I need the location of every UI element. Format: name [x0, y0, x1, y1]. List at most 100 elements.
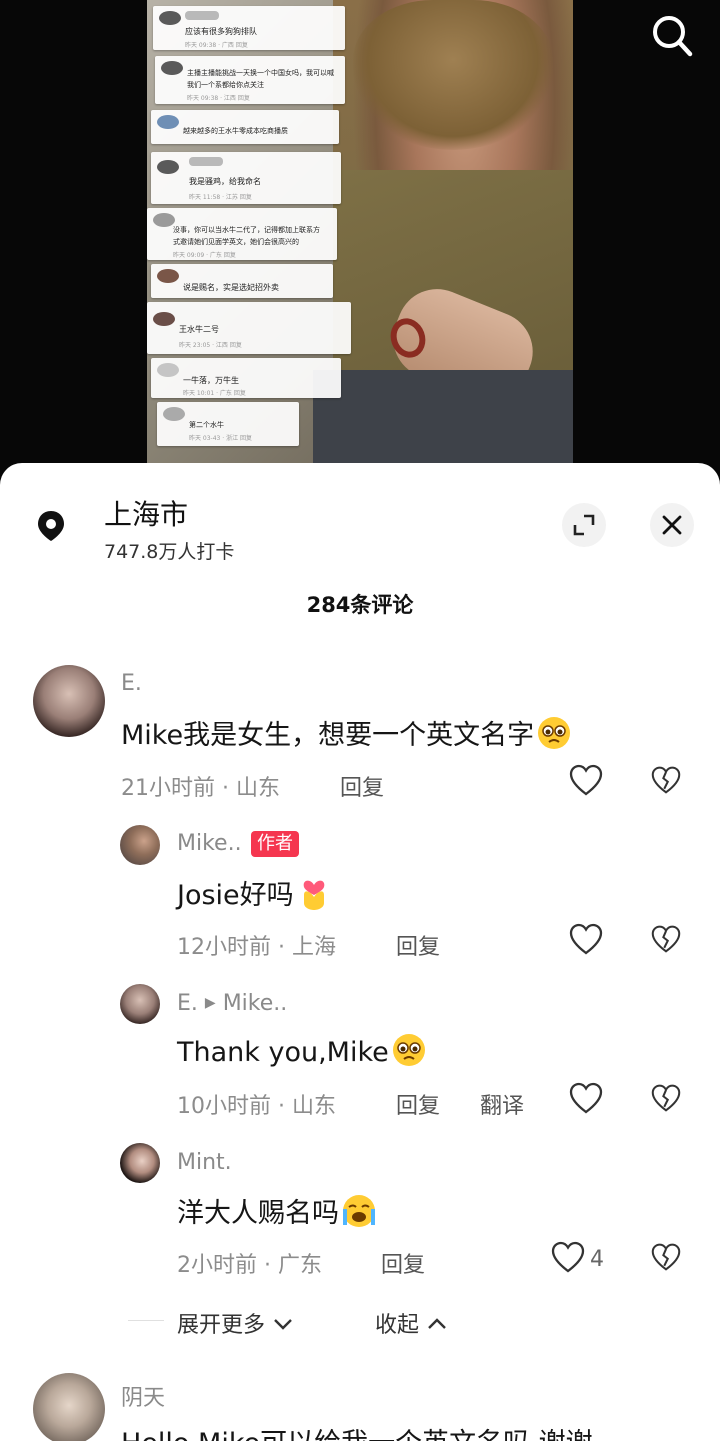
chevron-down-icon — [274, 1319, 292, 1330]
reply-time: 2小时前 — [177, 1253, 257, 1278]
expand-more-button[interactable]: 展开更多 — [177, 1307, 294, 1339]
reply-meta: 2小时前 · 广东 — [177, 1247, 322, 1279]
overlay-comment-text: 应该有很多狗狗排队 — [185, 27, 257, 36]
overlay-avatar — [153, 213, 175, 227]
video-laptop — [313, 370, 573, 470]
avatar[interactable] — [33, 1373, 105, 1441]
comment-text: Mike我是女生，想要一个英文名字 — [121, 713, 572, 752]
search-icon — [653, 16, 693, 57]
overlay-comment-meta: 昨天 11:58 · 江苏 回复 — [189, 194, 252, 201]
reply-username[interactable]: E. — [177, 991, 198, 1016]
overlay-comment-meta: 昨天 09:09 · 广东 回复 — [173, 252, 236, 259]
overlay-avatar — [157, 160, 179, 174]
like-heart-icon[interactable] — [568, 763, 604, 797]
thread-divider — [128, 1320, 164, 1321]
close-button[interactable] — [650, 503, 694, 547]
comment-text: Hello Mike可以给我一个英文名吗 谢谢 — [121, 1421, 593, 1441]
overlay-comment-text: 王水牛二号 — [179, 325, 219, 334]
dislike-broken-heart-icon[interactable] — [650, 924, 682, 954]
reply-to-username[interactable]: Mike.. — [223, 991, 288, 1016]
search-button[interactable] — [648, 12, 696, 60]
reply-username[interactable]: Mint. — [177, 1150, 232, 1175]
video-player[interactable]: 应该有很多狗狗排队 昨天 09:38 · 广西 回复 主播主播能挑战一天换一个中… — [0, 0, 720, 480]
reply-to-arrow-icon: ▶ — [204, 995, 216, 1011]
teary-face-emoji-icon — [538, 717, 571, 749]
overlay-comment-card: 主播主播能挑战一天换一个中国女吗，我可以喊 我们一个系都给你点关注 昨天 09:… — [155, 56, 345, 104]
comment-region: 山东 — [236, 776, 281, 801]
overlay-comment-text: 我是骚鸡，给我命名 — [189, 177, 261, 186]
reply-button[interactable]: 回复 — [396, 929, 440, 961]
expand-icon — [573, 514, 595, 536]
overlay-avatar — [157, 115, 179, 129]
reply-time: 10小时前 — [177, 1094, 271, 1119]
like-heart-icon[interactable] — [568, 1081, 604, 1115]
reply-meta: 10小时前 · 山东 — [177, 1088, 336, 1120]
overlay-comment-text: 第二个水牛 — [189, 421, 224, 429]
reply-region: 广东 — [278, 1253, 323, 1278]
reply-time: 12小时前 — [177, 935, 271, 960]
overlay-comment-card: 第二个水牛 昨天 03-43 · 浙江 回复 — [157, 402, 299, 446]
comment-username[interactable]: E. — [121, 671, 142, 696]
video-person — [313, 0, 573, 470]
dislike-broken-heart-icon[interactable] — [650, 765, 682, 795]
reply-button[interactable]: 回复 — [396, 1088, 440, 1120]
meta-separator: · — [278, 935, 285, 960]
reply-username-line: E. ▶ Mike.. — [177, 991, 287, 1016]
expand-button[interactable] — [562, 503, 606, 547]
reply-button[interactable]: 回复 — [340, 770, 384, 802]
reply-username[interactable]: Mike.. — [177, 831, 242, 856]
comment-text-body: Mike我是女生，想要一个英文名字 — [121, 720, 535, 751]
reply-text-body: Josie好吗 — [177, 880, 294, 911]
overlay-avatar — [159, 11, 181, 25]
reply-text-body: Thank you,Mike — [177, 1037, 389, 1068]
meta-separator: · — [264, 1253, 271, 1278]
overlay-avatar — [161, 61, 183, 75]
reply-meta: 12小时前 · 上海 — [177, 929, 336, 961]
like-heart-icon[interactable] — [568, 922, 604, 956]
overlay-comment-meta: 昨天 09:38 · 广西 回复 — [185, 42, 248, 49]
comment-username[interactable]: 阴天 — [121, 1380, 165, 1412]
video-hair — [353, 0, 553, 150]
dislike-broken-heart-icon[interactable] — [650, 1083, 682, 1113]
avatar[interactable] — [120, 984, 160, 1024]
overlay-comment-meta: 昨天 10:01 · 广东 回复 — [183, 390, 246, 397]
reply-text: 洋大人赐名吗 — [177, 1191, 377, 1230]
overlay-comment-card: 我是骚鸡，给我命名 昨天 11:58 · 江苏 回复 — [151, 152, 341, 204]
overlay-comment-text: 没事，你可以当水牛二代了，记得都加上联系方 — [173, 226, 320, 234]
overlay-name-blur — [185, 11, 219, 20]
avatar[interactable] — [120, 825, 160, 865]
heart-hands-emoji-icon — [303, 880, 324, 910]
overlay-avatar — [157, 363, 179, 377]
overlay-comment-card: 没事，你可以当水牛二代了，记得都加上联系方 式邀请她们见面学英文，她们会很高兴的… — [147, 208, 337, 260]
location-pin-icon — [34, 509, 68, 547]
like-heart-icon[interactable] — [550, 1240, 586, 1274]
avatar[interactable] — [120, 1143, 160, 1183]
dislike-broken-heart-icon[interactable] — [650, 1242, 682, 1272]
comment-meta: 21小时前 · 山东 — [121, 770, 280, 802]
chevron-up-icon — [428, 1318, 446, 1329]
location-title[interactable]: 上海市 — [104, 493, 188, 533]
reply-region: 上海 — [292, 935, 337, 960]
video-comment-screenshots: 应该有很多狗狗排队 昨天 09:38 · 广西 回复 主播主播能挑战一天换一个中… — [147, 0, 352, 470]
overlay-comment-card: 说是赐名，实是选妃招外卖 — [151, 264, 333, 298]
overlay-comment-text: 一牛落，万牛生 — [183, 376, 239, 385]
reply-button[interactable]: 回复 — [381, 1247, 425, 1279]
overlay-comment-card: 一牛落，万牛生 昨天 10:01 · 广东 回复 — [151, 358, 341, 398]
overlay-comment-text: 说是赐名，实是选妃招外卖 — [183, 283, 279, 292]
translate-button[interactable]: 翻译 — [480, 1088, 524, 1120]
overlay-comment-text: 主播主播能挑战一天换一个中国女吗，我可以喊 — [187, 69, 334, 77]
overlay-name-blur — [189, 157, 223, 166]
overlay-comment-card: 越来越多的王水牛零成本吃商播质 — [151, 110, 339, 144]
overlay-avatar — [157, 269, 179, 283]
author-badge: 作者 — [251, 831, 299, 857]
avatar[interactable] — [33, 665, 105, 737]
reply-text: Thank you,Mike — [177, 1032, 427, 1068]
comment-time: 21小时前 — [121, 776, 215, 801]
like-count: 4 — [590, 1247, 604, 1272]
meta-separator: · — [278, 1094, 285, 1119]
collapse-button[interactable]: 收起 — [375, 1307, 448, 1339]
reply-text-body: 洋大人赐名吗 — [177, 1198, 339, 1229]
overlay-comment-card: 王水牛二号 昨天 23:05 · 江西 回复 — [147, 302, 351, 354]
meta-separator: · — [222, 776, 229, 801]
overlay-comment-meta: 昨天 09:38 · 江西 回复 — [187, 95, 250, 102]
